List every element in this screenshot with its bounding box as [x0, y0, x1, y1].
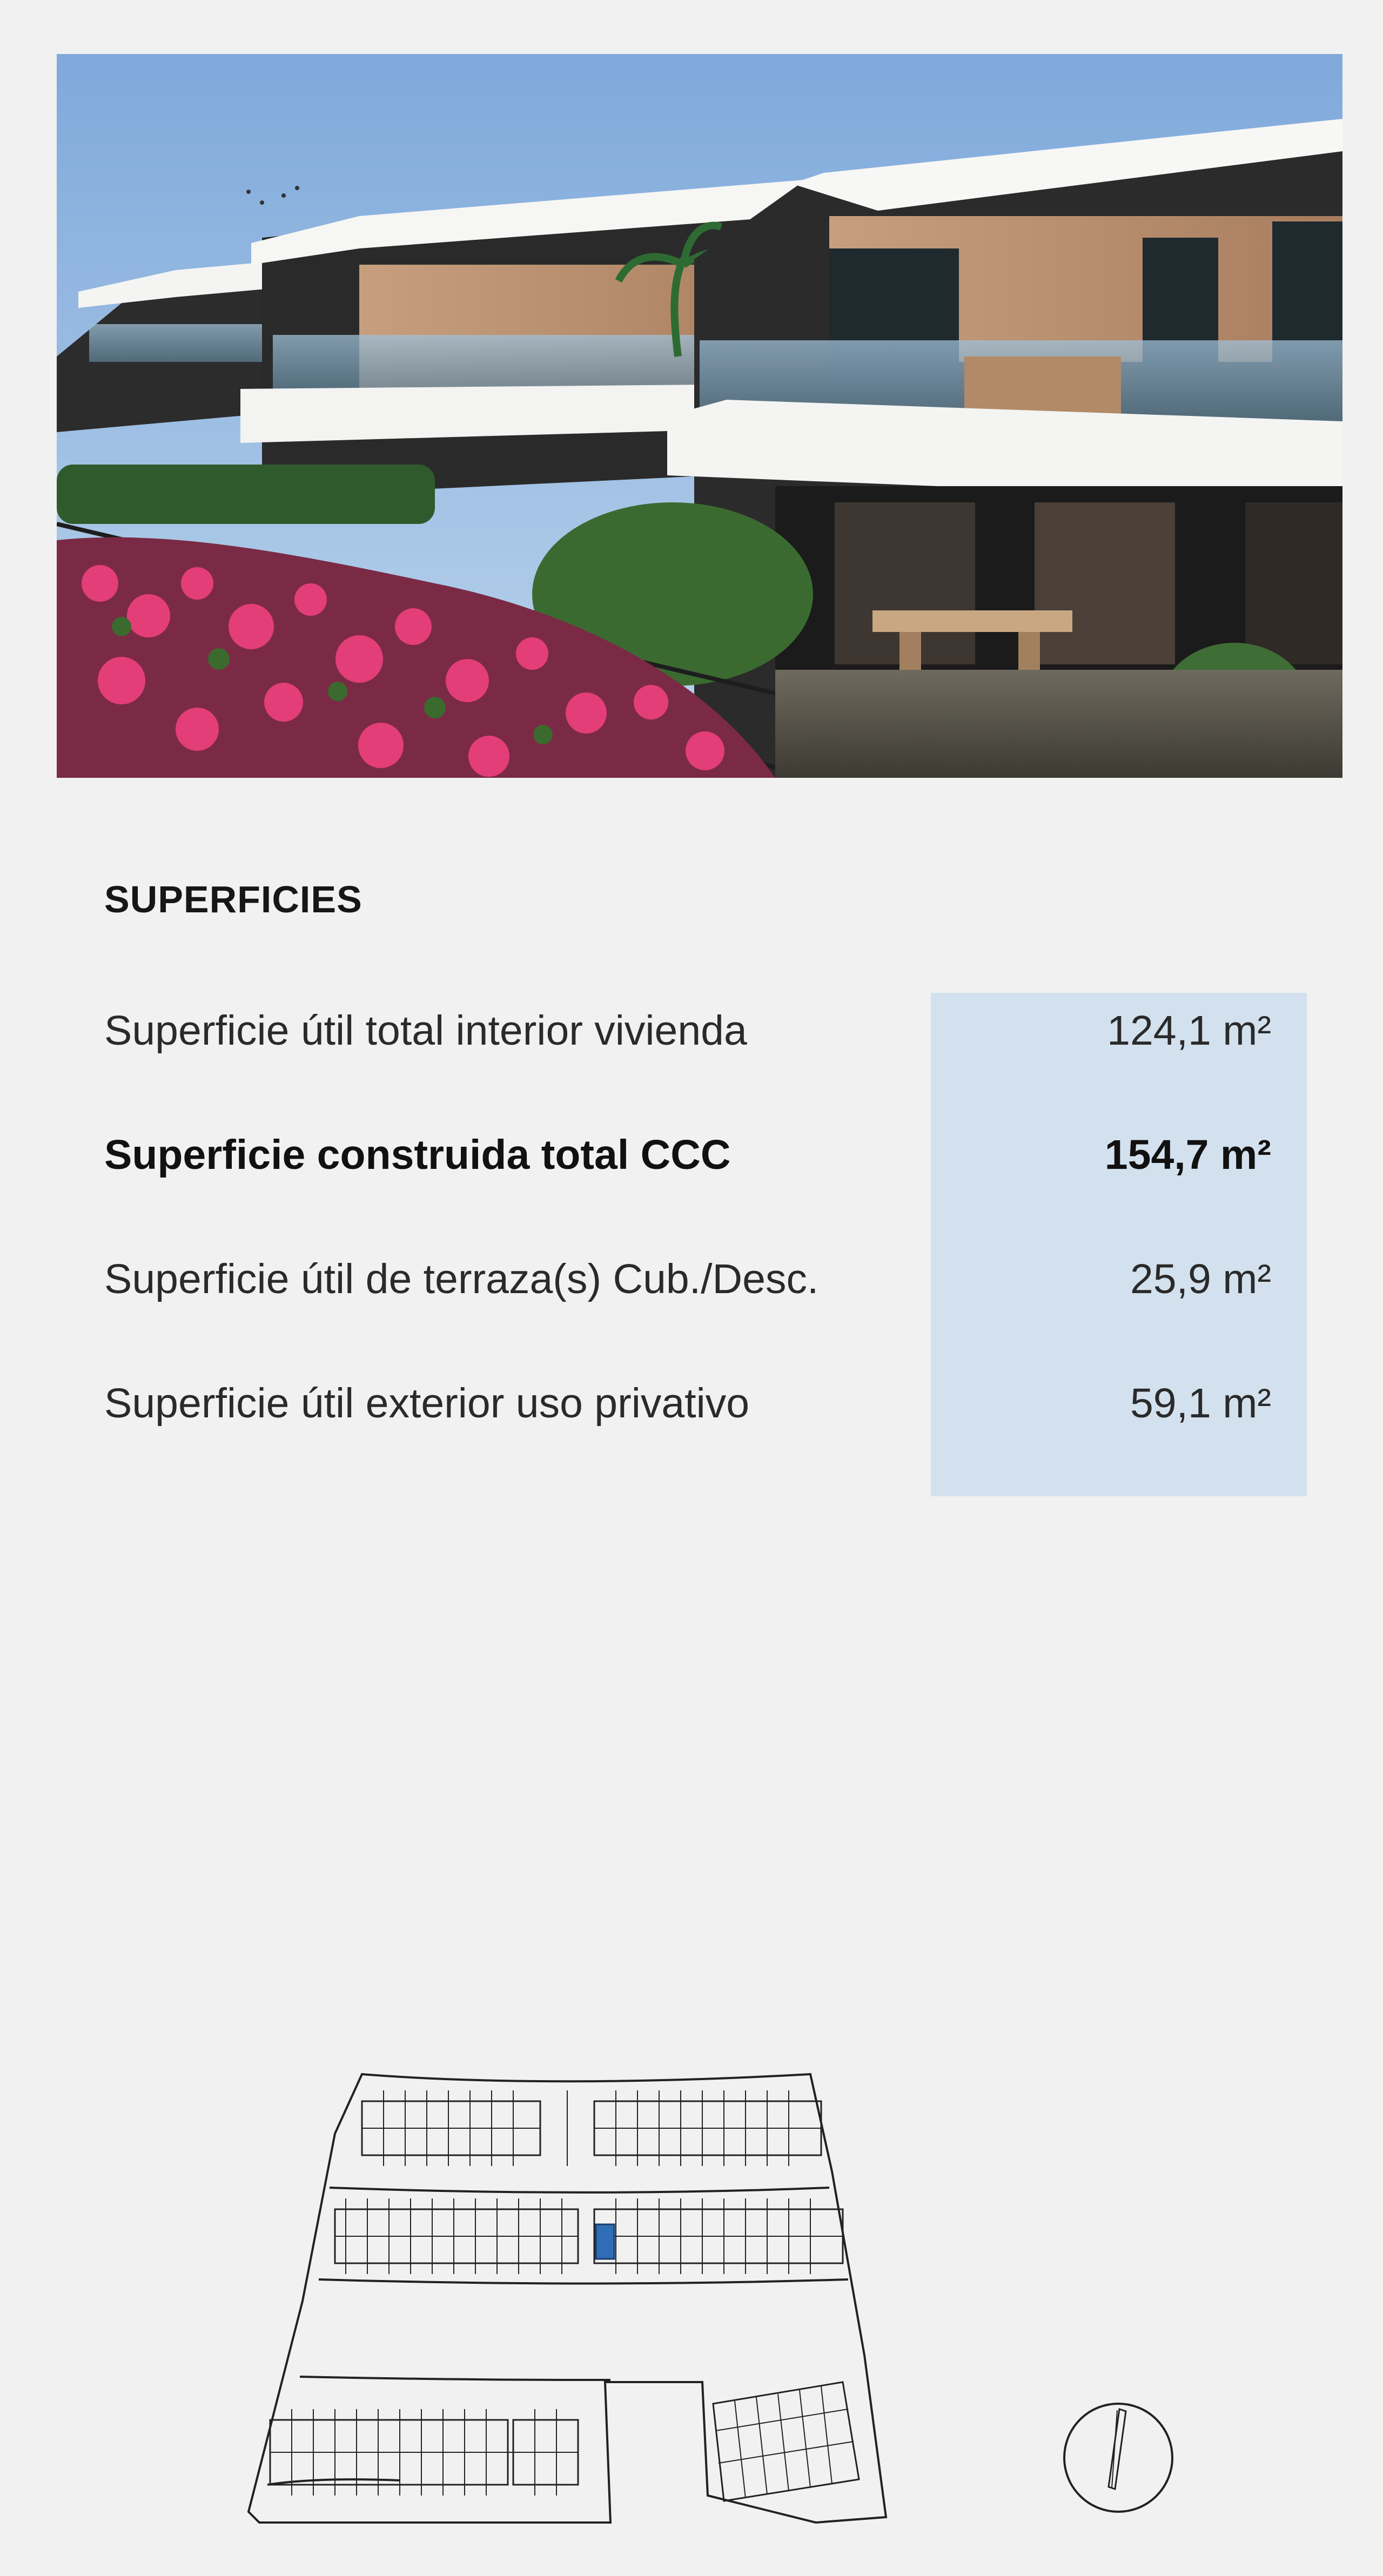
surface-row-exterior-private: Superficie útil exterior uso privativo 5… [104, 1378, 1271, 1503]
surface-value: 25,9 m² [1130, 1256, 1271, 1302]
surface-label: Superficie útil de terraza(s) Cub./Desc. [104, 1256, 819, 1302]
surface-label: Superficie construida total CCC [104, 1132, 731, 1178]
block-angled [712, 2381, 860, 2502]
surfaces-table: Superficie útil total interior vivienda … [104, 1006, 1271, 1503]
selected-unit[interactable] [595, 2223, 615, 2260]
site-plan [238, 2053, 908, 2528]
north-compass-icon [1059, 2398, 1178, 2517]
section-title: SUPERFICIES [104, 878, 362, 920]
render-illustration [57, 54, 1342, 778]
surface-value: 124,1 m² [1107, 1007, 1271, 1054]
site-plan-drawing [247, 2073, 888, 2524]
surface-label: Superficie útil exterior uso privativo [104, 1380, 750, 1427]
surface-label: Superficie útil total interior vivienda [104, 1007, 747, 1054]
page: SUPERFICIES Superficie útil total interi… [0, 0, 1383, 2576]
surface-value: 59,1 m² [1130, 1380, 1271, 1427]
surface-row-built-total: Superficie construida total CCC 154,7 m² [104, 1130, 1271, 1254]
surface-row-terrace: Superficie útil de terraza(s) Cub./Desc.… [104, 1254, 1271, 1378]
surface-row-interior-util: Superficie útil total interior vivienda … [104, 1006, 1271, 1130]
property-render-image [57, 54, 1342, 778]
surface-value: 154,7 m² [1104, 1132, 1271, 1178]
